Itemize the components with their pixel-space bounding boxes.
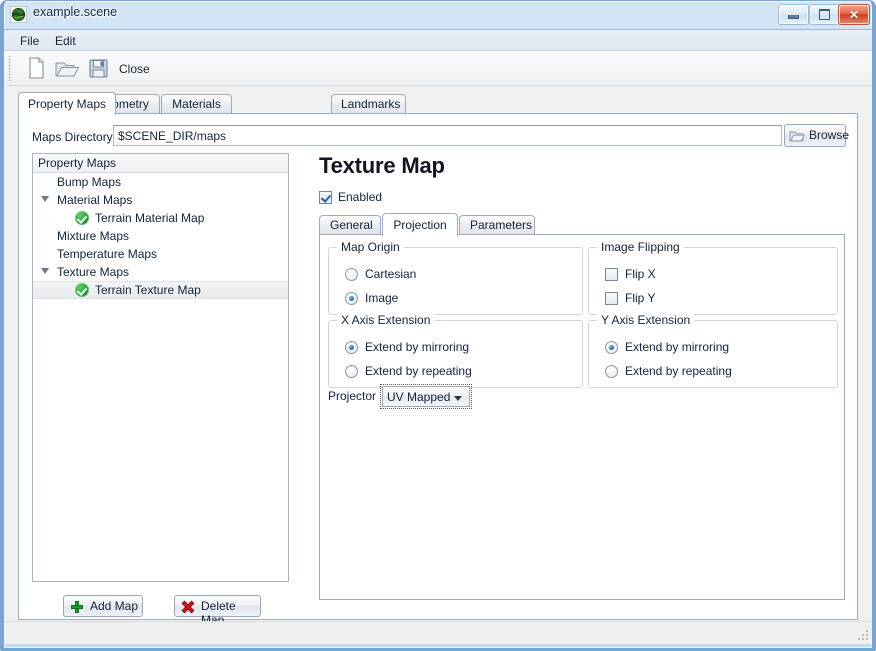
maximize-icon (810, 5, 839, 24)
tab-detail-general[interactable]: General (319, 215, 381, 235)
tree-item-label: Texture Maps (57, 263, 129, 281)
tree-item-label: Temperature Maps (57, 245, 157, 263)
close-toolbar-button[interactable]: Close (119, 62, 150, 76)
new-document-icon (22, 54, 50, 82)
group-image-flipping: Image Flipping Flip X Flip Y (588, 247, 838, 315)
save-button[interactable] (84, 54, 112, 82)
tree-item-terrain-texture-map[interactable]: Terrain Texture Map (33, 281, 288, 299)
enabled-checkbox[interactable] (319, 191, 332, 204)
save-floppy-icon (84, 54, 112, 82)
maximize-button[interactable] (809, 4, 840, 25)
tree-item-label: Mixture Maps (57, 227, 129, 245)
toolbar-grip[interactable] (8, 55, 12, 81)
group-y-axis-extension: Y Axis Extension Extend by mirroring Ext… (588, 320, 838, 388)
checkbox-flip-y-label: Flip Y (625, 291, 655, 305)
radio-cartesian-indicator (345, 268, 358, 281)
open-folder-icon (52, 54, 80, 82)
red-x-icon (182, 601, 194, 613)
client-area: File Edit (4, 29, 872, 644)
chevron-expanded-icon[interactable] (41, 196, 49, 202)
tree-item-terrain-material-map[interactable]: Terrain Material Map (33, 209, 288, 227)
group-title-image-flipping: Image Flipping (597, 240, 684, 254)
detail-tab-strip: General Projection Parameters (319, 213, 845, 235)
tab-landmarks[interactable]: Landmarks (331, 94, 406, 114)
tree-item-label: Terrain Texture Map (95, 282, 201, 298)
globe-icon (10, 6, 27, 23)
toolbar: Close (4, 51, 872, 86)
close-icon: ✕ (839, 5, 869, 24)
tree-item-texture-maps[interactable]: Texture Maps (33, 263, 288, 281)
tree-body: Bump Maps Material Maps Terrain Material… (33, 173, 288, 581)
window-title: example.scene (33, 5, 117, 19)
radio-y-mirroring-label: Extend by mirroring (625, 340, 729, 354)
add-map-label: Add Map (90, 599, 138, 613)
projector-selected-value: UV Mapped (387, 390, 450, 404)
radio-y-repeating-indicator (605, 365, 618, 378)
radio-x-mirroring-label: Extend by mirroring (365, 340, 469, 354)
projector-label: Projector (328, 389, 376, 403)
tab-detail-parameters: Parameters (459, 215, 535, 235)
enabled-label: Enabled (338, 190, 382, 204)
radio-cartesian-label: Cartesian (365, 267, 416, 281)
page-title: Texture Map (319, 153, 445, 179)
menu-item-file[interactable]: File (14, 33, 45, 49)
projector-dropdown[interactable]: UV Mapped (382, 386, 470, 407)
group-map-origin: Map Origin Cartesian Image (328, 247, 583, 315)
radio-image-label: Image (365, 291, 398, 305)
radio-x-mirroring-indicator (345, 341, 358, 354)
tree-item-material-maps[interactable]: Material Maps (33, 191, 288, 209)
checkbox-flip-y-indicator (605, 292, 618, 305)
radio-y-mirroring-indicator (605, 341, 618, 354)
tab-property-maps[interactable]: Property Maps (18, 92, 116, 115)
tree-item-label: Material Maps (57, 191, 132, 209)
group-title-y-axis-extension: Y Axis Extension (597, 313, 694, 327)
property-maps-tree: Property Maps Bump Maps Material Maps Te… (32, 153, 289, 582)
green-check-icon (75, 283, 89, 297)
projection-panel: Map Origin Cartesian Image Image Flippin… (319, 234, 845, 600)
maps-directory-label: Maps Directory (32, 130, 113, 144)
main-tab-strip: General Geometry Materials Property Maps… (18, 92, 858, 114)
title-bar: example.scene ✕ (4, 1, 872, 29)
folder-icon (789, 129, 805, 143)
tab-detail-projection[interactable]: Projection (382, 213, 458, 236)
green-check-icon (75, 211, 89, 225)
checkbox-flip-x-indicator (605, 268, 618, 281)
radio-x-repeating-label: Extend by repeating (365, 364, 472, 378)
group-x-axis-extension: X Axis Extension Extend by mirroring Ext… (328, 320, 583, 388)
browse-button-label: Browse (809, 128, 849, 142)
menu-bar: File Edit (4, 30, 872, 51)
tree-item-label: Terrain Material Map (95, 209, 204, 227)
resize-grip[interactable] (857, 630, 869, 642)
radio-y-repeating-label: Extend by repeating (625, 364, 732, 378)
browse-button[interactable]: Browse (784, 124, 846, 147)
minimize-button[interactable] (778, 4, 809, 25)
tree-item-label: Bump Maps (57, 173, 121, 191)
open-folder-button[interactable] (52, 54, 80, 82)
status-bar (4, 621, 872, 644)
group-title-x-axis-extension: X Axis Extension (337, 313, 434, 327)
property-maps-page: Maps Directory Browse Property Maps Bump… (18, 114, 858, 620)
detail-pane: Texture Map Enabled General Projection P… (307, 153, 845, 600)
maps-directory-input[interactable] (113, 125, 782, 146)
new-document-button[interactable] (22, 54, 50, 82)
tab-materials[interactable]: Materials (161, 94, 232, 114)
radio-x-repeating-indicator (345, 365, 358, 378)
group-title-map-origin: Map Origin (337, 240, 404, 254)
close-button[interactable]: ✕ (838, 4, 870, 25)
tree-item-temperature-maps[interactable]: Temperature Maps (33, 245, 288, 263)
chevron-down-icon (454, 396, 462, 401)
tree-header: Property Maps (33, 154, 288, 173)
checkbox-flip-x-label: Flip X (625, 267, 656, 281)
menu-item-edit[interactable]: Edit (49, 33, 82, 49)
delete-map-button[interactable]: Delete Map (174, 595, 261, 617)
minimize-icon (779, 5, 808, 24)
tree-item-bump-maps[interactable]: Bump Maps (33, 173, 288, 191)
green-plus-icon (71, 601, 83, 613)
add-map-button[interactable]: Add Map (63, 595, 143, 617)
tree-item-mixture-maps[interactable]: Mixture Maps (33, 227, 288, 245)
application-window: example.scene ✕ File Edit (0, 0, 876, 651)
chevron-expanded-icon[interactable] (41, 268, 49, 274)
radio-image-indicator (345, 292, 358, 305)
